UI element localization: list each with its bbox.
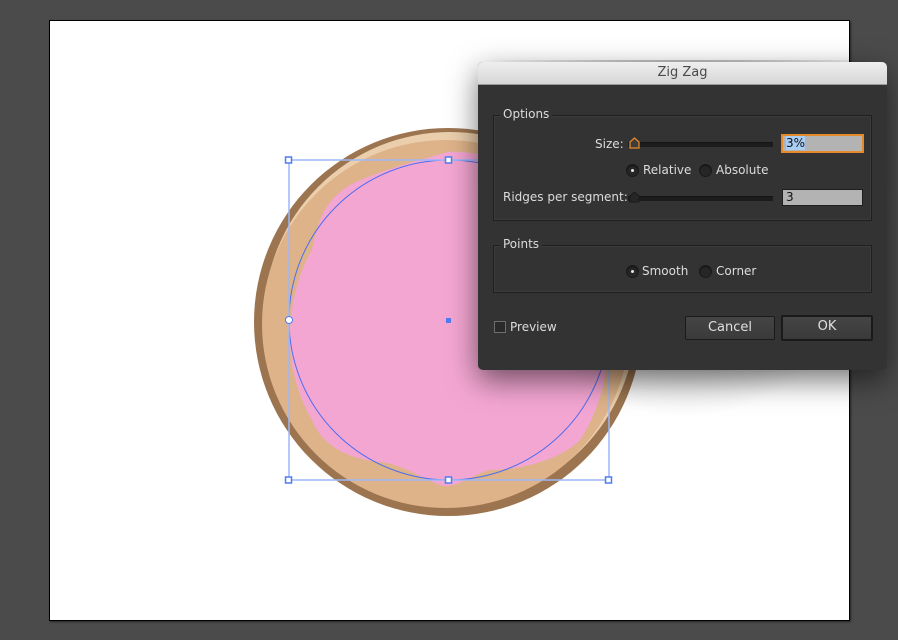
handle-top-middle[interactable] bbox=[444, 156, 453, 164]
handle-top-left[interactable] bbox=[284, 156, 293, 164]
preview-checkbox[interactable] bbox=[494, 321, 506, 333]
ridges-label: Ridges per segment: bbox=[503, 190, 628, 204]
dialog-title[interactable]: Zig Zag bbox=[478, 62, 887, 85]
size-input-value: 3% bbox=[786, 136, 806, 150]
radio-corner-label[interactable]: Corner bbox=[716, 264, 756, 278]
options-legend: Options bbox=[500, 107, 553, 121]
radio-relative-label[interactable]: Relative bbox=[643, 163, 691, 177]
ridges-slider[interactable] bbox=[628, 196, 773, 201]
radio-corner[interactable] bbox=[699, 265, 712, 278]
size-slider-thumb[interactable] bbox=[629, 137, 640, 149]
radio-smooth[interactable] bbox=[626, 265, 639, 278]
size-slider[interactable] bbox=[628, 142, 773, 147]
ridges-input[interactable]: 3 bbox=[782, 189, 863, 206]
ok-button[interactable]: OK bbox=[781, 315, 873, 341]
cancel-button[interactable]: Cancel bbox=[685, 316, 775, 340]
anchor-point-left[interactable] bbox=[285, 316, 293, 324]
radio-relative[interactable] bbox=[626, 164, 639, 177]
radio-absolute[interactable] bbox=[699, 164, 712, 177]
handle-bottom-middle[interactable] bbox=[444, 476, 453, 484]
radio-smooth-label[interactable]: Smooth bbox=[642, 264, 688, 278]
preview-label[interactable]: Preview bbox=[510, 320, 557, 334]
ridges-input-value: 3 bbox=[786, 190, 794, 204]
size-label: Size: bbox=[595, 137, 624, 151]
ridges-slider-thumb[interactable] bbox=[629, 191, 640, 203]
size-input[interactable]: 3% bbox=[781, 134, 864, 153]
points-legend: Points bbox=[500, 237, 543, 251]
handle-bottom-left[interactable] bbox=[284, 476, 293, 484]
handle-bottom-right[interactable] bbox=[604, 476, 613, 484]
zig-zag-dialog: Zig Zag Options Size: 3% Relative Absolu… bbox=[478, 62, 887, 370]
center-point bbox=[446, 318, 451, 323]
radio-absolute-label[interactable]: Absolute bbox=[716, 163, 768, 177]
